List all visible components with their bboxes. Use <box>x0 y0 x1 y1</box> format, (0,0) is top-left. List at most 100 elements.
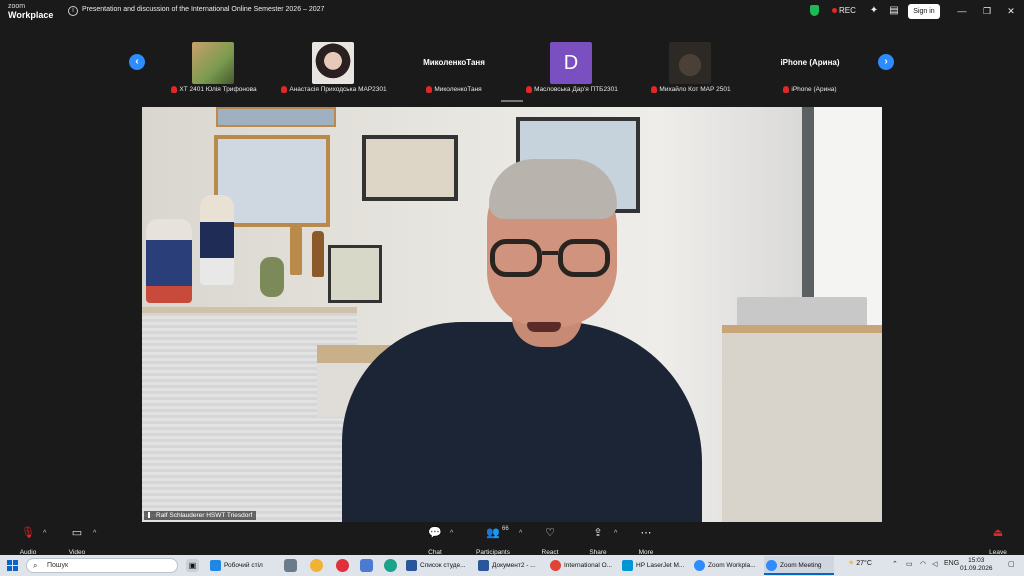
language-indicator[interactable]: ENG <box>944 560 959 567</box>
taskbar-app-zoom-meeting[interactable]: Zoom Meeting <box>764 556 834 575</box>
edge-icon[interactable] <box>384 559 397 572</box>
participant-tile[interactable]: iPhone (Арина) iPhone (Арина) <box>752 42 868 98</box>
participants-icon: 👥 <box>486 527 500 539</box>
taskbar-app-word-doc[interactable]: Документ2 - ... <box>476 556 546 575</box>
weather-widget[interactable]: ☀ 27°C <box>848 559 872 567</box>
video-options-chevron-icon[interactable]: ^ <box>93 530 96 537</box>
chrome-icon <box>550 560 561 571</box>
mic-muted-icon: 🎙 <box>21 527 35 539</box>
taskbar-app-desktop[interactable]: Робочий стіл <box>208 556 278 575</box>
participant-photo <box>312 42 354 84</box>
logo-line2: Workplace <box>8 10 54 20</box>
search-icon: ⌕ <box>33 561 38 570</box>
magic-wand-icon[interactable]: ✦ <box>868 5 880 17</box>
clock-date: 01.09.2026 <box>960 565 993 572</box>
taskbar-search-input[interactable]: ⌕ Пошук <box>26 558 178 573</box>
doll-figure <box>146 219 192 303</box>
mic-muted-icon <box>783 86 790 93</box>
desk-right <box>722 325 882 522</box>
taskbar-app-chrome[interactable]: International O... <box>548 556 618 575</box>
close-icon[interactable]: ✕ <box>1004 4 1018 18</box>
notifications-icon[interactable]: ▢ <box>1008 560 1015 568</box>
wifi-icon[interactable]: ◠ <box>920 560 926 568</box>
taskbar-app-printer[interactable]: HP LaserJet M... <box>620 556 690 575</box>
picture-frame <box>216 107 336 127</box>
clock[interactable]: 15:03 01.09.2026 <box>960 557 993 573</box>
leave-icon: ⏏ <box>992 527 1004 539</box>
taskbar-app-zoom-workplace[interactable]: Zoom Workpla... <box>692 556 762 575</box>
meeting-title: Presentation and discussion of the Inter… <box>82 6 325 13</box>
speaker-name-tag: Ralf Schlauderer HSWT Triesdorf <box>144 511 257 520</box>
participants-options-chevron-icon[interactable]: ^ <box>519 530 522 537</box>
participant-label: Масловська Дар'я ПТБ2301 <box>514 86 630 93</box>
mail-icon[interactable] <box>360 559 373 572</box>
doll-figure <box>200 195 234 285</box>
calendar-icon[interactable]: ▤ <box>888 5 900 17</box>
participant-tile[interactable]: Анастасія Приходська МАР2301 <box>276 42 392 98</box>
signal-icon <box>148 512 154 519</box>
participant-avatar: D <box>550 42 592 84</box>
mic-muted-icon <box>281 86 288 93</box>
video-camera-icon: ▭ <box>71 527 83 539</box>
participant-photo <box>669 42 711 84</box>
participant-name: iPhone (Арина) <box>780 58 840 67</box>
participant-tile[interactable]: ХТ 2401 Юлія Трифонова <box>156 42 272 98</box>
volume-icon[interactable]: ◁ <box>932 560 937 568</box>
participant-tile[interactable]: МиколенкоТаня МиколенкоТаня <box>396 42 512 98</box>
info-icon[interactable]: i <box>68 6 78 16</box>
heart-icon: ♡ <box>545 527 555 539</box>
bottle <box>290 225 302 275</box>
participant-label: Михайло Кот МАР 2501 <box>633 86 749 93</box>
security-shield-icon[interactable] <box>810 5 819 16</box>
more-dots-icon: ⋯ <box>640 527 652 539</box>
bottle <box>312 231 324 277</box>
word-icon <box>478 560 489 571</box>
participant-tile[interactable]: D Масловська Дар'я ПТБ2301 <box>514 42 630 98</box>
task-view-icon[interactable]: ▣ <box>186 559 199 572</box>
participant-label: Анастасія Приходська МАР2301 <box>276 86 392 93</box>
participant-name: МиколенкоТаня <box>423 58 485 67</box>
share-options-chevron-icon[interactable]: ^ <box>614 530 617 537</box>
network-icon[interactable]: ▭ <box>906 560 913 568</box>
participant-photo <box>192 42 234 84</box>
clock-time: 15:03 <box>968 557 985 564</box>
speaker-video[interactable]: Ralf Schlauderer HSWT Triesdorf <box>142 107 882 522</box>
title-bar: zoom Workplace i Presentation and discus… <box>0 0 1024 24</box>
share-screen-icon: ⇪ <box>593 527 603 539</box>
windows-start-icon[interactable] <box>7 560 18 571</box>
participant-strip: ‹ ХТ 2401 Юлія Трифонова Анастасія Прихо… <box>0 24 1024 102</box>
prev-page-icon[interactable]: ‹ <box>129 54 145 70</box>
monitor-icon[interactable] <box>284 559 297 572</box>
chat-options-chevron-icon[interactable]: ^ <box>450 530 453 537</box>
opera-icon[interactable] <box>336 559 349 572</box>
zoom-icon <box>766 560 777 571</box>
vase <box>260 257 284 297</box>
chat-icon: 💬 <box>428 527 442 539</box>
minimize-icon[interactable]: — <box>955 4 969 18</box>
mic-muted-icon <box>426 86 433 93</box>
mic-muted-icon <box>526 86 533 93</box>
chrome-icon[interactable] <box>310 559 323 572</box>
participant-tile[interactable]: Михайло Кот МАР 2501 <box>633 42 749 98</box>
sign-in-button[interactable]: Sign in <box>908 4 940 19</box>
taskbar-app-word-list[interactable]: Список студе... <box>404 556 474 575</box>
person-hair <box>489 159 617 219</box>
participant-label: ХТ 2401 Юлія Трифонова <box>156 86 272 93</box>
word-icon <box>406 560 417 571</box>
picture-frame <box>328 245 382 303</box>
restore-icon[interactable]: ❐ <box>980 4 994 18</box>
next-page-icon[interactable]: › <box>878 54 894 70</box>
participants-count: 66 <box>502 526 509 532</box>
participant-label: iPhone (Арина) <box>752 86 868 93</box>
recording-indicator[interactable]: REC <box>832 6 856 15</box>
printer <box>737 297 867 327</box>
certificate-frame <box>362 135 458 201</box>
sun-icon: ☀ <box>848 560 855 567</box>
tray-chevron-icon[interactable]: ⌃ <box>892 560 898 568</box>
zoom-icon <box>694 560 705 571</box>
participant-label: МиколенкоТаня <box>396 86 512 93</box>
zoom-logo: zoom Workplace <box>8 3 54 20</box>
glasses <box>490 239 614 279</box>
audio-options-chevron-icon[interactable]: ^ <box>43 530 46 537</box>
person-shirt <box>342 322 702 522</box>
